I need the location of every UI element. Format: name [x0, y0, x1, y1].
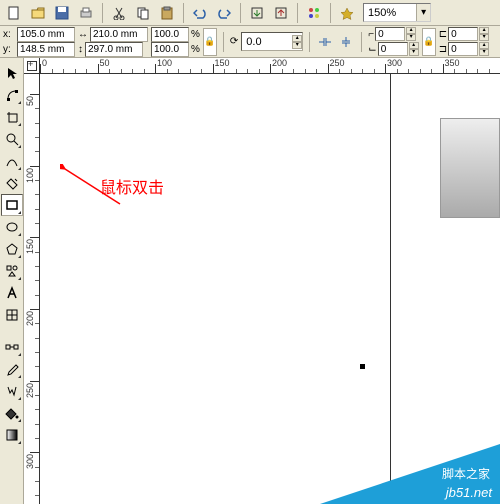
cut-icon[interactable]: [108, 2, 130, 24]
mirror-h-icon[interactable]: [316, 33, 334, 51]
page-edge: [390, 74, 391, 504]
y-position-input[interactable]: [17, 42, 75, 57]
export-icon[interactable]: [270, 2, 292, 24]
corner-rx-icon: ⌐: [368, 29, 374, 40]
outline-tool[interactable]: [1, 380, 23, 402]
width-icon: ↔: [78, 28, 88, 41]
ruler-vertical[interactable]: 50100150200250300: [24, 74, 40, 504]
polygon-tool[interactable]: [1, 238, 23, 260]
redo-icon[interactable]: [213, 2, 235, 24]
property-bar: x: y: ↔ ↕ % % 🔒 ⟳ 0.0▴▾ ⌐▴▾ ⌙▴▾ 🔒 ⊏▴▾ ⊐▴…: [0, 26, 500, 58]
zoom-value: 150%: [364, 7, 416, 19]
interactive-blend-tool[interactable]: [1, 336, 23, 358]
scale-x-input[interactable]: [151, 27, 189, 42]
sample-object[interactable]: [440, 118, 500, 218]
interactive-fill-tool[interactable]: [1, 424, 23, 446]
app-launcher-icon[interactable]: [303, 2, 325, 24]
y-label: y:: [3, 43, 15, 56]
lock-ratio-button[interactable]: 🔒: [203, 28, 217, 56]
offset-x-label: ⊏: [439, 29, 447, 40]
rectangle-tool[interactable]: [1, 194, 23, 216]
zoom-combo[interactable]: 150% ▾: [363, 3, 431, 22]
ruler-origin[interactable]: [24, 58, 40, 74]
scale-y-input[interactable]: [151, 42, 189, 57]
watermark-cn: 脚本之家: [442, 465, 490, 482]
save-icon[interactable]: [51, 2, 73, 24]
x-position-input[interactable]: [17, 27, 75, 42]
new-icon[interactable]: [3, 2, 25, 24]
selection-handle[interactable]: [360, 364, 365, 369]
tool-palette: [0, 58, 24, 504]
canvas-area: 050100150200250300350400 501001502002503…: [24, 58, 500, 504]
fill-tool[interactable]: [1, 402, 23, 424]
zoom-tool[interactable]: [1, 128, 23, 150]
watermark: 脚本之家 jb51.net: [320, 444, 500, 504]
drawing-canvas[interactable]: 鼠标双击: [40, 74, 500, 504]
copy-icon[interactable]: [132, 2, 154, 24]
corner-ry-icon: ⌙: [368, 44, 376, 55]
import-icon[interactable]: [246, 2, 268, 24]
lock-corner-button[interactable]: 🔒: [422, 28, 436, 56]
text-tool[interactable]: [1, 282, 23, 304]
height-icon: ↕: [78, 43, 83, 56]
paste-icon[interactable]: [156, 2, 178, 24]
shape-tool[interactable]: [1, 84, 23, 106]
corner-ry-input[interactable]: [378, 42, 408, 56]
open-icon[interactable]: [27, 2, 49, 24]
pick-tool[interactable]: [1, 62, 23, 84]
x-label: x:: [3, 28, 15, 41]
undo-icon[interactable]: [189, 2, 211, 24]
offset-y-label: ⊐: [439, 44, 447, 55]
corel-online-icon[interactable]: [336, 2, 358, 24]
watermark-site: jb51.net: [446, 485, 492, 500]
percent-label: %: [191, 28, 200, 41]
eyedropper-tool[interactable]: [1, 358, 23, 380]
ruler-horizontal[interactable]: 050100150200250300350400: [40, 58, 500, 74]
annotation-text: 鼠标双击: [100, 174, 164, 198]
basic-shapes-tool[interactable]: [1, 260, 23, 282]
offset-x-input[interactable]: [448, 27, 478, 41]
height-input[interactable]: [85, 42, 143, 57]
corner-rx-input[interactable]: [375, 27, 405, 41]
smart-drawing-tool[interactable]: [1, 172, 23, 194]
mirror-v-icon[interactable]: [337, 33, 355, 51]
chevron-down-icon: ▾: [416, 4, 430, 21]
table-tool[interactable]: [1, 304, 23, 326]
width-input[interactable]: [90, 27, 148, 42]
main-toolbar: 150% ▾: [0, 0, 500, 26]
offset-y-input[interactable]: [448, 42, 478, 56]
rotation-icon: ⟳: [230, 36, 238, 47]
freehand-tool[interactable]: [1, 150, 23, 172]
ellipse-tool[interactable]: [1, 216, 23, 238]
print-icon[interactable]: [75, 2, 97, 24]
angle-input[interactable]: 0.0▴▾: [241, 32, 303, 51]
percent-label-2: %: [191, 43, 200, 56]
crop-tool[interactable]: [1, 106, 23, 128]
